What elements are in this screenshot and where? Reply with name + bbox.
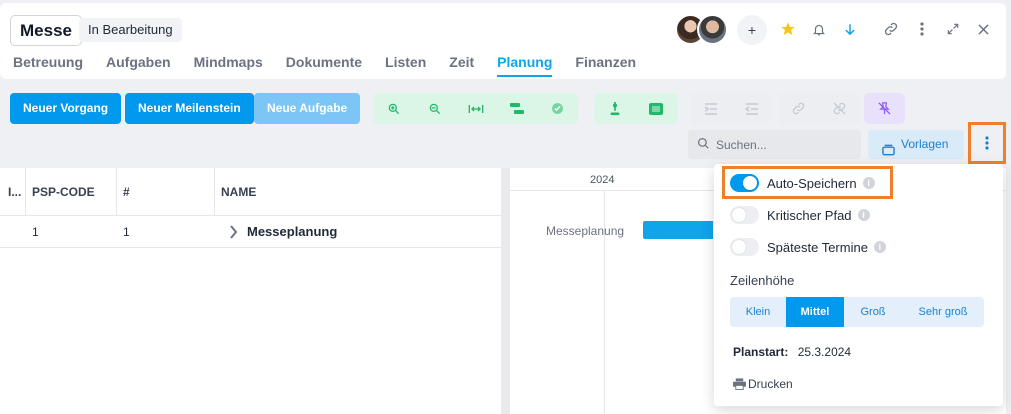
plan-start-label: Planstart: bbox=[733, 345, 789, 359]
tab-mindmaps[interactable]: Mindmaps bbox=[194, 53, 263, 77]
unpin-icon[interactable] bbox=[864, 93, 905, 124]
print-label: Drucken bbox=[748, 377, 793, 391]
template-icon bbox=[882, 138, 895, 167]
zoom-toolbar-group bbox=[373, 93, 578, 124]
templates-button[interactable]: Vorlagen bbox=[868, 130, 964, 159]
project-header: Messe In Bearbeitung + Betreuung Aufgabe… bbox=[0, 3, 1006, 79]
search-icon bbox=[697, 137, 710, 155]
row-height-large[interactable]: Groß bbox=[844, 297, 902, 327]
search-box bbox=[688, 130, 861, 159]
link-tasks-icon[interactable] bbox=[778, 93, 819, 124]
row-name: Messeplanung bbox=[247, 224, 338, 239]
fit-width-icon[interactable] bbox=[455, 93, 496, 124]
tab-dokumente[interactable]: Dokumente bbox=[286, 53, 362, 77]
zoom-in-icon[interactable] bbox=[373, 93, 414, 124]
tab-aufgaben[interactable]: Aufgaben bbox=[106, 53, 171, 77]
row-psp-code[interactable]: 1 bbox=[32, 217, 39, 247]
tab-planung[interactable]: Planung bbox=[497, 53, 553, 77]
search-input[interactable] bbox=[716, 130, 856, 159]
chevron-right-icon bbox=[230, 225, 238, 239]
outdent-icon[interactable] bbox=[731, 93, 772, 124]
templates-label: Vorlagen bbox=[901, 137, 949, 151]
options-dropdown: Auto-Speichern i Kritischer Pfad i Späte… bbox=[714, 164, 1003, 406]
latest-dates-label: Späteste Termine bbox=[767, 239, 868, 255]
more-options-button[interactable] bbox=[968, 122, 1006, 164]
column-divider bbox=[214, 168, 215, 216]
critical-path-toggle[interactable] bbox=[730, 206, 759, 224]
tab-betreuung[interactable]: Betreuung bbox=[13, 53, 83, 77]
link-icon[interactable] bbox=[881, 18, 901, 40]
info-icon: i bbox=[857, 209, 870, 221]
timeline-year: 2024 bbox=[590, 174, 615, 186]
today-toolbar-group bbox=[594, 93, 678, 124]
close-icon[interactable] bbox=[973, 18, 993, 40]
arrow-down-icon[interactable] bbox=[840, 18, 860, 40]
row-height-label: Zeilenhöhe bbox=[730, 273, 795, 288]
column-header-number[interactable]: # bbox=[123, 168, 130, 216]
expand-icon[interactable] bbox=[943, 18, 963, 40]
project-title[interactable]: Messe bbox=[10, 15, 82, 46]
zoom-out-icon[interactable] bbox=[414, 93, 455, 124]
add-member-button[interactable]: + bbox=[737, 15, 767, 45]
more-vertical-icon bbox=[985, 136, 989, 150]
tab-bar: Betreuung Aufgaben Mindmaps Dokumente Li… bbox=[13, 53, 659, 77]
auto-save-option[interactable]: Auto-Speichern i bbox=[730, 170, 875, 196]
printer-icon bbox=[733, 378, 746, 390]
link-toolbar-group bbox=[778, 93, 860, 124]
unlink-tasks-icon[interactable] bbox=[819, 93, 860, 124]
check-circle-icon[interactable] bbox=[537, 93, 578, 124]
new-milestone-button[interactable]: Neuer Meilenstein bbox=[125, 93, 254, 124]
row-height-extra-large[interactable]: Sehr groß bbox=[902, 297, 984, 327]
auto-save-toggle[interactable] bbox=[730, 174, 759, 192]
plan-start-value[interactable]: 25.3.2024 bbox=[798, 345, 851, 359]
latest-dates-option[interactable]: Späteste Termine i bbox=[730, 234, 886, 260]
tab-listen[interactable]: Listen bbox=[385, 53, 426, 77]
critical-path-option[interactable]: Kritischer Pfad i bbox=[730, 202, 870, 228]
row-height-selector: Klein Mittel Groß Sehr groß bbox=[730, 297, 984, 327]
info-icon: i bbox=[873, 241, 886, 253]
indent-toolbar-group bbox=[690, 93, 772, 124]
auto-save-label: Auto-Speichern bbox=[767, 175, 857, 191]
critical-path-label: Kritischer Pfad bbox=[767, 207, 852, 223]
today-marker-icon[interactable] bbox=[594, 93, 635, 124]
bell-icon[interactable] bbox=[809, 18, 829, 40]
row-divider bbox=[0, 247, 501, 248]
row-number[interactable]: 1 bbox=[123, 217, 130, 247]
indent-icon[interactable] bbox=[690, 93, 731, 124]
gantt-layout-icon[interactable] bbox=[496, 93, 537, 124]
latest-dates-toggle[interactable] bbox=[730, 238, 759, 256]
tab-finanzen[interactable]: Finanzen bbox=[575, 53, 636, 77]
new-process-button[interactable]: Neuer Vorgang bbox=[10, 93, 122, 124]
gantt-bar-label: Messeplanung bbox=[546, 224, 625, 238]
column-header-name[interactable]: NAME bbox=[221, 168, 256, 216]
star-icon[interactable] bbox=[778, 18, 798, 40]
avatar[interactable] bbox=[697, 14, 728, 45]
tab-zeit[interactable]: Zeit bbox=[449, 53, 474, 77]
new-task-button[interactable]: Neue Aufgabe bbox=[254, 93, 361, 124]
gantt-bar[interactable] bbox=[643, 221, 713, 239]
column-header-info[interactable]: I... bbox=[8, 168, 21, 216]
column-divider bbox=[116, 168, 117, 216]
pane-splitter[interactable] bbox=[501, 168, 510, 414]
more-vertical-icon[interactable] bbox=[912, 18, 932, 40]
plan-start: Planstart: 25.3.2024 bbox=[733, 345, 851, 359]
status-badge[interactable]: In Bearbeitung bbox=[79, 18, 182, 42]
print-button[interactable]: Drucken bbox=[733, 377, 793, 391]
column-header-psp-code[interactable]: PSP-CODE bbox=[32, 168, 95, 216]
pin-toolbar-group bbox=[864, 93, 905, 124]
list-view-icon[interactable] bbox=[635, 93, 676, 124]
table-row[interactable]: Messeplanung bbox=[229, 217, 337, 247]
info-icon: i bbox=[862, 177, 875, 189]
row-height-small[interactable]: Klein bbox=[730, 297, 786, 327]
column-divider bbox=[25, 168, 26, 216]
row-height-medium[interactable]: Mittel bbox=[786, 297, 844, 327]
